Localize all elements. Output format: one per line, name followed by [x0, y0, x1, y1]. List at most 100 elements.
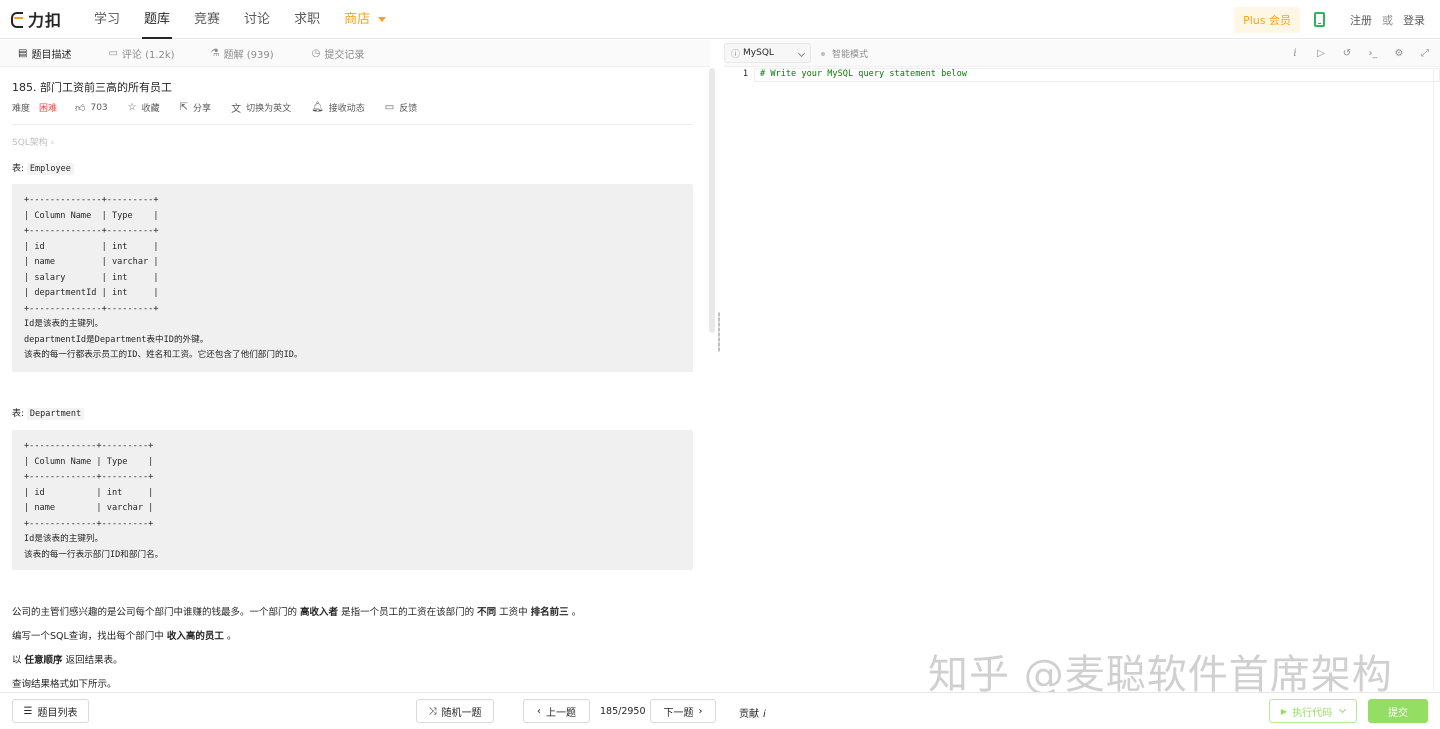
table2-label: 表: Department — [12, 406, 85, 420]
subscribe-label: 接收动态 — [328, 104, 365, 114]
tab-comments[interactable]: ▭ 评论 (1.2k) — [108, 40, 174, 67]
subscribe-button[interactable]: 🔔︎ 接收动态 — [311, 101, 368, 114]
divider — [12, 124, 693, 125]
info-italic-icon: i — [763, 709, 766, 720]
p1-text-c: 是指一个员工的工资在该部门的 — [338, 607, 478, 618]
tab-submissions[interactable]: ◷ 提交记录 — [312, 40, 365, 67]
editor-toolbar: ⓘ MySQL 智能模式 i ▷ ↺ ›_ ⚙ ⤢ — [724, 40, 1440, 67]
favorite-button[interactable]: ☆ 收藏 — [128, 101, 163, 114]
smart-mode-dot-icon — [821, 51, 825, 56]
table1-schema-block: +--------------+---------+ | Column Name… — [12, 184, 693, 372]
tab-solutions[interactable]: ⚗ 题解 (939) — [211, 40, 274, 67]
switch-english-button[interactable]: 文切换为英文 — [231, 100, 294, 115]
register-link[interactable]: 注册 — [1350, 12, 1372, 28]
description-paragraph-2: 编写一个SQL查询，找出每个部门中 收入高的员工 。 — [12, 628, 236, 642]
chevron-down-icon — [797, 49, 806, 58]
table1-prefix: 表: — [12, 164, 27, 174]
table1-label: 表: Employee — [12, 161, 74, 175]
description-scrollbar[interactable] — [709, 68, 715, 333]
random-problem-button[interactable]: ⤨ 随机一题 — [416, 699, 494, 723]
p1-text-g: 。 — [568, 607, 582, 618]
p3-bold-b: 任意顺序 — [24, 655, 63, 666]
settings-gear-icon[interactable]: ⚙ — [1392, 47, 1406, 61]
p3-text-c: 返回结果表。 — [62, 655, 123, 666]
prev-problem-button[interactable]: ‹ 上一题 — [523, 699, 590, 723]
like-count: 703 — [90, 102, 108, 113]
p1-bold-d: 不同 — [477, 607, 497, 618]
solution-icon: ⚗ — [210, 47, 220, 59]
p1-text-e: 工资中 — [496, 607, 531, 618]
description-paragraph-3: 以 任意顺序 返回结果表。 — [12, 652, 123, 666]
nav-link-problemset[interactable]: 题库 — [142, 0, 173, 39]
code-line[interactable]: # Write your MySQL query statement below — [760, 69, 967, 79]
share-label: 分享 — [193, 104, 212, 114]
thumbs-up-icon: 👍︎ — [75, 102, 86, 114]
p1-bold-b: 高收入者 — [300, 607, 339, 618]
p2-text-a: 编写一个SQL查询，找出每个部门中 — [12, 631, 167, 642]
chevron-right-icon: › — [698, 705, 703, 717]
problem-meta: 难度 困难 👍︎ 703 ☆ 收藏 ⇱ 分享 文切换为英文 🔔︎ 接收动态 ▭ 反馈 — [12, 100, 437, 115]
console-icon[interactable]: ›_ — [1366, 47, 1380, 61]
play-icon[interactable]: ▷ — [1314, 47, 1328, 61]
contribute-label: 贡献 — [739, 709, 759, 720]
run-chevron-down-icon — [1339, 705, 1347, 714]
tab-description[interactable]: ▤ 题目描述 — [18, 40, 71, 67]
logo[interactable]: 力扣 — [10, 7, 72, 31]
language-select[interactable]: ⓘ MySQL — [724, 43, 811, 63]
nav-link-discuss[interactable]: 讨论 — [244, 0, 270, 39]
submit-button[interactable]: 提交 — [1368, 699, 1428, 723]
run-code-label: 执行代码 — [1292, 707, 1333, 719]
favorite-label: 收藏 — [141, 104, 160, 114]
mobile-app-icon[interactable] — [1314, 12, 1325, 27]
table1-name: Employee — [26, 163, 74, 175]
fullscreen-icon[interactable]: ⤢ — [1418, 47, 1432, 61]
random-problem-label: 随机一题 — [441, 707, 482, 719]
smart-mode-label: 智能模式 — [832, 50, 869, 60]
switch-english-label: 切换为英文 — [246, 104, 292, 114]
logo-text: 力扣 — [28, 11, 63, 30]
table2-name: Department — [26, 408, 85, 420]
editor-actions: i ▷ ↺ ›_ ⚙ ⤢ — [1276, 40, 1432, 67]
share-button[interactable]: ⇱ 分享 — [180, 101, 214, 114]
login-link[interactable]: 登录 — [1403, 12, 1425, 28]
language-value: MySQL — [743, 48, 774, 58]
nav-link-contest[interactable]: 竞赛 — [194, 0, 220, 39]
plus-member-button[interactable]: Plus 会员 — [1234, 6, 1300, 33]
description-paragraph-1: 公司的主管们感兴趣的是公司每个部门中谁赚的钱最多。一个部门的 高收入者 是指一个… — [12, 604, 581, 618]
problem-list-label: 题目列表 — [37, 707, 78, 719]
problem-title: 185. 部门工资前三高的所有员工 — [12, 81, 172, 94]
table2-schema: +-------------+---------+ | Column Name … — [24, 441, 164, 560]
code-editor[interactable]: 1 # Write your MySQL query statement bel… — [724, 68, 1440, 691]
tab-description-label: 题目描述 — [31, 49, 72, 61]
feedback-label: 反馈 — [399, 104, 418, 114]
table1-schema: +--------------+---------+ | Column Name… — [24, 195, 303, 360]
nav-link-learn[interactable]: 学习 — [94, 0, 120, 39]
chevron-left-icon: ‹ — [537, 705, 541, 717]
run-code-button[interactable]: ▶ 执行代码 — [1269, 699, 1357, 723]
prev-problem-label: 上一题 — [546, 707, 576, 719]
info-circle-icon: ⓘ — [731, 49, 741, 60]
problem-description: 185. 部门工资前三高的所有员工 难度 困难 👍︎ 703 ☆ 收藏 ⇱ 分享 文切… — [0, 68, 710, 691]
bottom-bar: ☰ 题目列表 ⤨ 随机一题 ‹ 上一题 185/2950 下一题 › 贡献 i ▶ 执行代码… — [0, 692, 1440, 729]
feedback-button[interactable]: ▭ 反馈 — [385, 101, 420, 114]
nav-link-jobs[interactable]: 求职 — [294, 0, 320, 39]
store-label: 商店 — [344, 11, 371, 27]
problem-list-button[interactable]: ☰ 题目列表 — [12, 699, 89, 723]
star-icon: ☆ — [127, 102, 137, 113]
description-icon: ▤ — [18, 47, 28, 59]
info-icon[interactable]: i — [1288, 47, 1302, 61]
smart-mode-toggle[interactable]: 智能模式 — [821, 47, 868, 60]
like-button[interactable]: 👍︎ 703 — [75, 102, 111, 114]
comment-icon: ▭ — [108, 47, 118, 59]
contribute-link[interactable]: 贡献 i — [739, 705, 766, 720]
panel-splitter[interactable] — [716, 40, 722, 692]
topic-tag[interactable]: SQL架构 › — [12, 135, 54, 148]
caret-down-icon — [378, 16, 387, 22]
nav-links: 学习 题库 竞赛 讨论 求职 商店 — [82, 0, 398, 39]
problem-tabs: ▤ 题目描述 ▭ 评论 (1.2k) ⚗ 题解 (939) ◷ 提交记录 — [0, 40, 710, 67]
reset-icon[interactable]: ↺ — [1340, 47, 1354, 61]
editor-scrollbar[interactable] — [1433, 68, 1440, 691]
tab-solutions-label: 题解 (939) — [223, 49, 274, 61]
nav-link-store[interactable]: 商店 — [344, 0, 387, 39]
next-problem-button[interactable]: 下一题 › — [650, 699, 716, 723]
